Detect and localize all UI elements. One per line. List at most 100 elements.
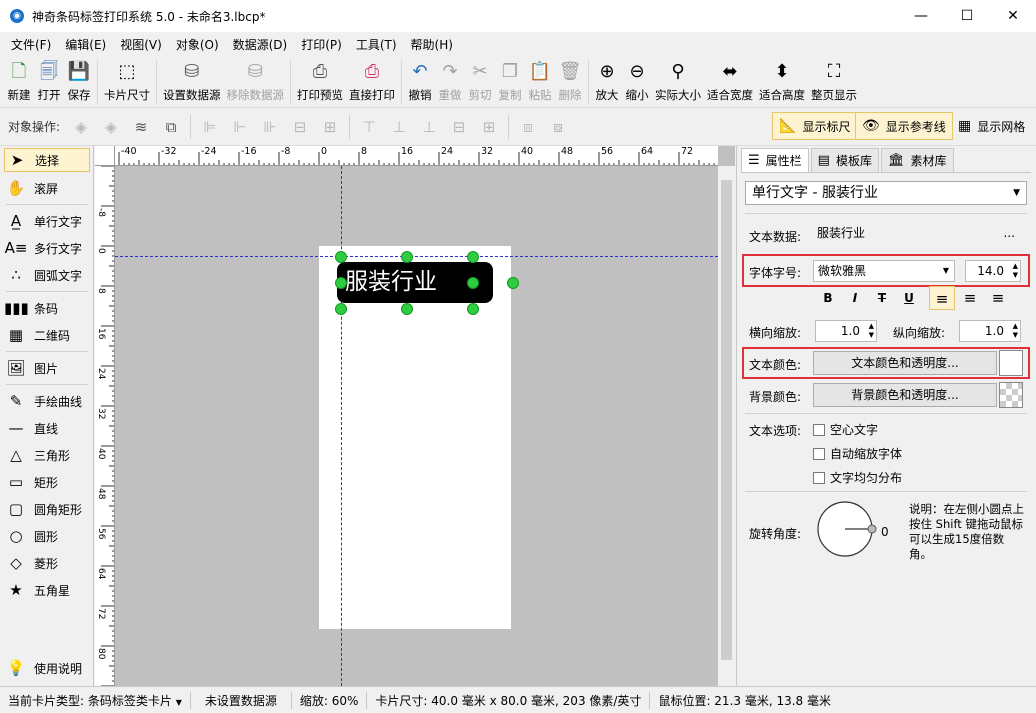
menu-datasource[interactable]: 数据源(D) xyxy=(226,36,295,53)
vertical-scrollbar[interactable] xyxy=(718,166,735,686)
tool-image[interactable]: 🖼 图片 xyxy=(4,356,90,380)
vertical-guide-line[interactable] xyxy=(341,166,342,686)
copy-button[interactable]: ❐ 复制 xyxy=(498,60,522,103)
minimize-button[interactable]: — xyxy=(898,0,944,32)
align-middle-icon[interactable]: ⊥ xyxy=(388,116,410,138)
tab-materials[interactable]: 🏛 素材库 xyxy=(880,148,954,172)
tool-line[interactable]: — 直线 xyxy=(4,416,90,440)
distribute-v-icon[interactable]: ⊟ xyxy=(448,116,470,138)
space-h-icon[interactable]: ⊞ xyxy=(319,116,341,138)
delete-button[interactable]: 🗑 删除 xyxy=(558,60,582,103)
fit-height-button[interactable]: ⬍ 适合高度 xyxy=(759,60,805,103)
status-card-type[interactable]: 当前卡片类型: 条码标签类卡片 ▼ xyxy=(0,691,191,709)
tool-multi-text[interactable]: A≡ 多行文字 xyxy=(4,236,90,260)
tool-scroll[interactable]: ✋ 滚屏 xyxy=(4,176,90,200)
menu-print[interactable]: 打印(P) xyxy=(294,36,349,53)
vscale-spinner[interactable]: 1.0 ▲ ▼ xyxy=(959,320,1021,342)
ungroup-icon[interactable]: ⧇ xyxy=(547,116,569,138)
resize-handle-br[interactable] xyxy=(467,303,479,315)
group-icon[interactable]: ⧈ xyxy=(517,116,539,138)
align-center-button[interactable]: ≡ xyxy=(957,286,983,310)
tab-properties[interactable]: ☰ 属性栏 xyxy=(741,148,809,172)
align-right-icon[interactable]: ⊪ xyxy=(259,116,281,138)
object-selector[interactable]: 单行文字 - 服装行业 ▼ xyxy=(745,181,1027,205)
tool-freehand[interactable]: ✎ 手绘曲线 xyxy=(4,389,90,413)
cut-button[interactable]: ✂ 剪切 xyxy=(468,60,492,103)
hscale-spinner[interactable]: 1.0 ▲ ▼ xyxy=(815,320,877,342)
bold-button[interactable]: B xyxy=(817,287,839,309)
resize-handle-bl[interactable] xyxy=(335,303,347,315)
align-top-icon[interactable]: ⊤ xyxy=(358,116,380,138)
tool-star[interactable]: ★ 五角星 xyxy=(4,578,90,602)
zoom-out-button[interactable]: ⊖ 缩小 xyxy=(625,60,649,103)
align-left-icon[interactable]: ⊫ xyxy=(199,116,221,138)
text-color-button[interactable]: 文本颜色和透明度... xyxy=(813,351,997,375)
tool-diamond[interactable]: ◇ 菱形 xyxy=(4,551,90,575)
zoom-in-button[interactable]: ⊕ 放大 xyxy=(595,60,619,103)
direct-print-button[interactable]: ⎙ 直接打印 xyxy=(349,60,395,103)
hollow-text-checkbox[interactable]: 空心文字 xyxy=(813,421,878,438)
text-data-more-button[interactable]: ... xyxy=(1004,223,1015,243)
layers-icon[interactable]: ≋ xyxy=(130,116,152,138)
resize-handle-tm[interactable] xyxy=(401,251,413,263)
scrollbar-thumb[interactable] xyxy=(721,180,732,660)
layer-down-icon[interactable]: ◈ xyxy=(100,116,122,138)
underline-button[interactable]: U xyxy=(898,287,920,309)
save-button[interactable]: 💾 保存 xyxy=(67,60,91,103)
resize-handle-tr[interactable] xyxy=(467,251,479,263)
menu-edit[interactable]: 编辑(E) xyxy=(58,36,113,53)
menu-tools[interactable]: 工具(T) xyxy=(349,36,404,53)
menu-view[interactable]: 视图(V) xyxy=(113,36,169,53)
tool-round-rect[interactable]: ▢ 圆角矩形 xyxy=(4,497,90,521)
set-datasource-button[interactable]: ⛁ 设置数据源 xyxy=(163,60,221,103)
menu-object[interactable]: 对象(O) xyxy=(169,36,226,53)
print-preview-button[interactable]: ⎙ 打印预览 xyxy=(297,60,343,103)
align-right-button[interactable]: ≡ xyxy=(985,286,1011,310)
tool-rect[interactable]: ▭ 矩形 xyxy=(4,470,90,494)
auto-scale-checkbox[interactable]: 自动缩放字体 xyxy=(813,445,902,462)
align-bottom-icon[interactable]: ⊥ xyxy=(418,116,440,138)
close-button[interactable]: ✕ xyxy=(990,0,1036,32)
font-size-spinner[interactable]: 14.0 ▲ ▼ xyxy=(965,260,1021,282)
tool-arc-text[interactable]: ∴ 圆弧文字 xyxy=(4,263,90,287)
menu-file[interactable]: 文件(F) xyxy=(4,36,58,53)
open-button[interactable]: 🗐 打开 xyxy=(37,60,61,103)
tool-qrcode[interactable]: ▦ 二维码 xyxy=(4,323,90,347)
tool-select[interactable]: ➤ 选择 xyxy=(4,148,90,172)
resize-handle-mr[interactable] xyxy=(467,277,479,289)
new-button[interactable]: 🗋 新建 xyxy=(7,60,31,103)
menu-help[interactable]: 帮助(H) xyxy=(404,36,460,53)
distribute-h-icon[interactable]: ⊟ xyxy=(289,116,311,138)
strikethrough-button[interactable]: T xyxy=(871,287,893,309)
tool-circle[interactable]: ○ 圆形 xyxy=(4,524,90,548)
card-size-button[interactable]: ⬚ 卡片尺寸 xyxy=(104,60,150,103)
tool-triangle[interactable]: △ 三角形 xyxy=(4,443,90,467)
space-v-icon[interactable]: ⊞ xyxy=(478,116,500,138)
resize-handle-tl[interactable] xyxy=(335,251,347,263)
text-data-field[interactable]: 服装行业... xyxy=(813,223,1021,245)
horizontal-guide-line[interactable] xyxy=(115,256,718,257)
resize-handle-bm[interactable] xyxy=(401,303,413,315)
show-ruler-toggle[interactable]: 📐 显示标尺 xyxy=(772,112,858,140)
maximize-button[interactable]: ☐ xyxy=(944,0,990,32)
fit-width-button[interactable]: ⬌ 适合宽度 xyxy=(707,60,753,103)
tab-templates[interactable]: ▤ 模板库 xyxy=(810,148,879,172)
align-left-button[interactable]: ≡ xyxy=(929,286,955,310)
fit-page-button[interactable]: ⛶ 整页显示 xyxy=(811,60,857,103)
text-color-swatch[interactable] xyxy=(999,350,1023,376)
tool-barcode[interactable]: ▮▮▮ 条码 xyxy=(4,296,90,320)
actual-size-button[interactable]: ⚲ 实际大小 xyxy=(655,60,701,103)
design-canvas[interactable]: -40 -32 -24 -16 -8 0 8 16 24 32 40 48 56 64 72 80 -8 0 8 1… xyxy=(95,146,735,686)
show-grid-toggle[interactable]: ▦ 显示网格 xyxy=(952,112,1031,140)
bg-color-button[interactable]: 背景颜色和透明度... xyxy=(813,383,997,407)
bg-color-swatch[interactable] xyxy=(999,382,1023,408)
show-guides-toggle[interactable]: 👁 显示参考线 xyxy=(855,112,953,140)
layer-up-icon[interactable]: ◈ xyxy=(70,116,92,138)
italic-button[interactable]: I xyxy=(844,287,866,309)
rotate-handle[interactable] xyxy=(507,277,519,289)
tool-single-text[interactable]: A̲ 单行文字 xyxy=(4,209,90,233)
align-center-icon[interactable]: ⊩ xyxy=(229,116,251,138)
remove-datasource-button[interactable]: ⛁ 移除数据源 xyxy=(227,60,285,103)
paste-button[interactable]: 📋 粘贴 xyxy=(528,60,552,103)
help-guide-button[interactable]: 💡 使用说明 xyxy=(4,656,90,680)
